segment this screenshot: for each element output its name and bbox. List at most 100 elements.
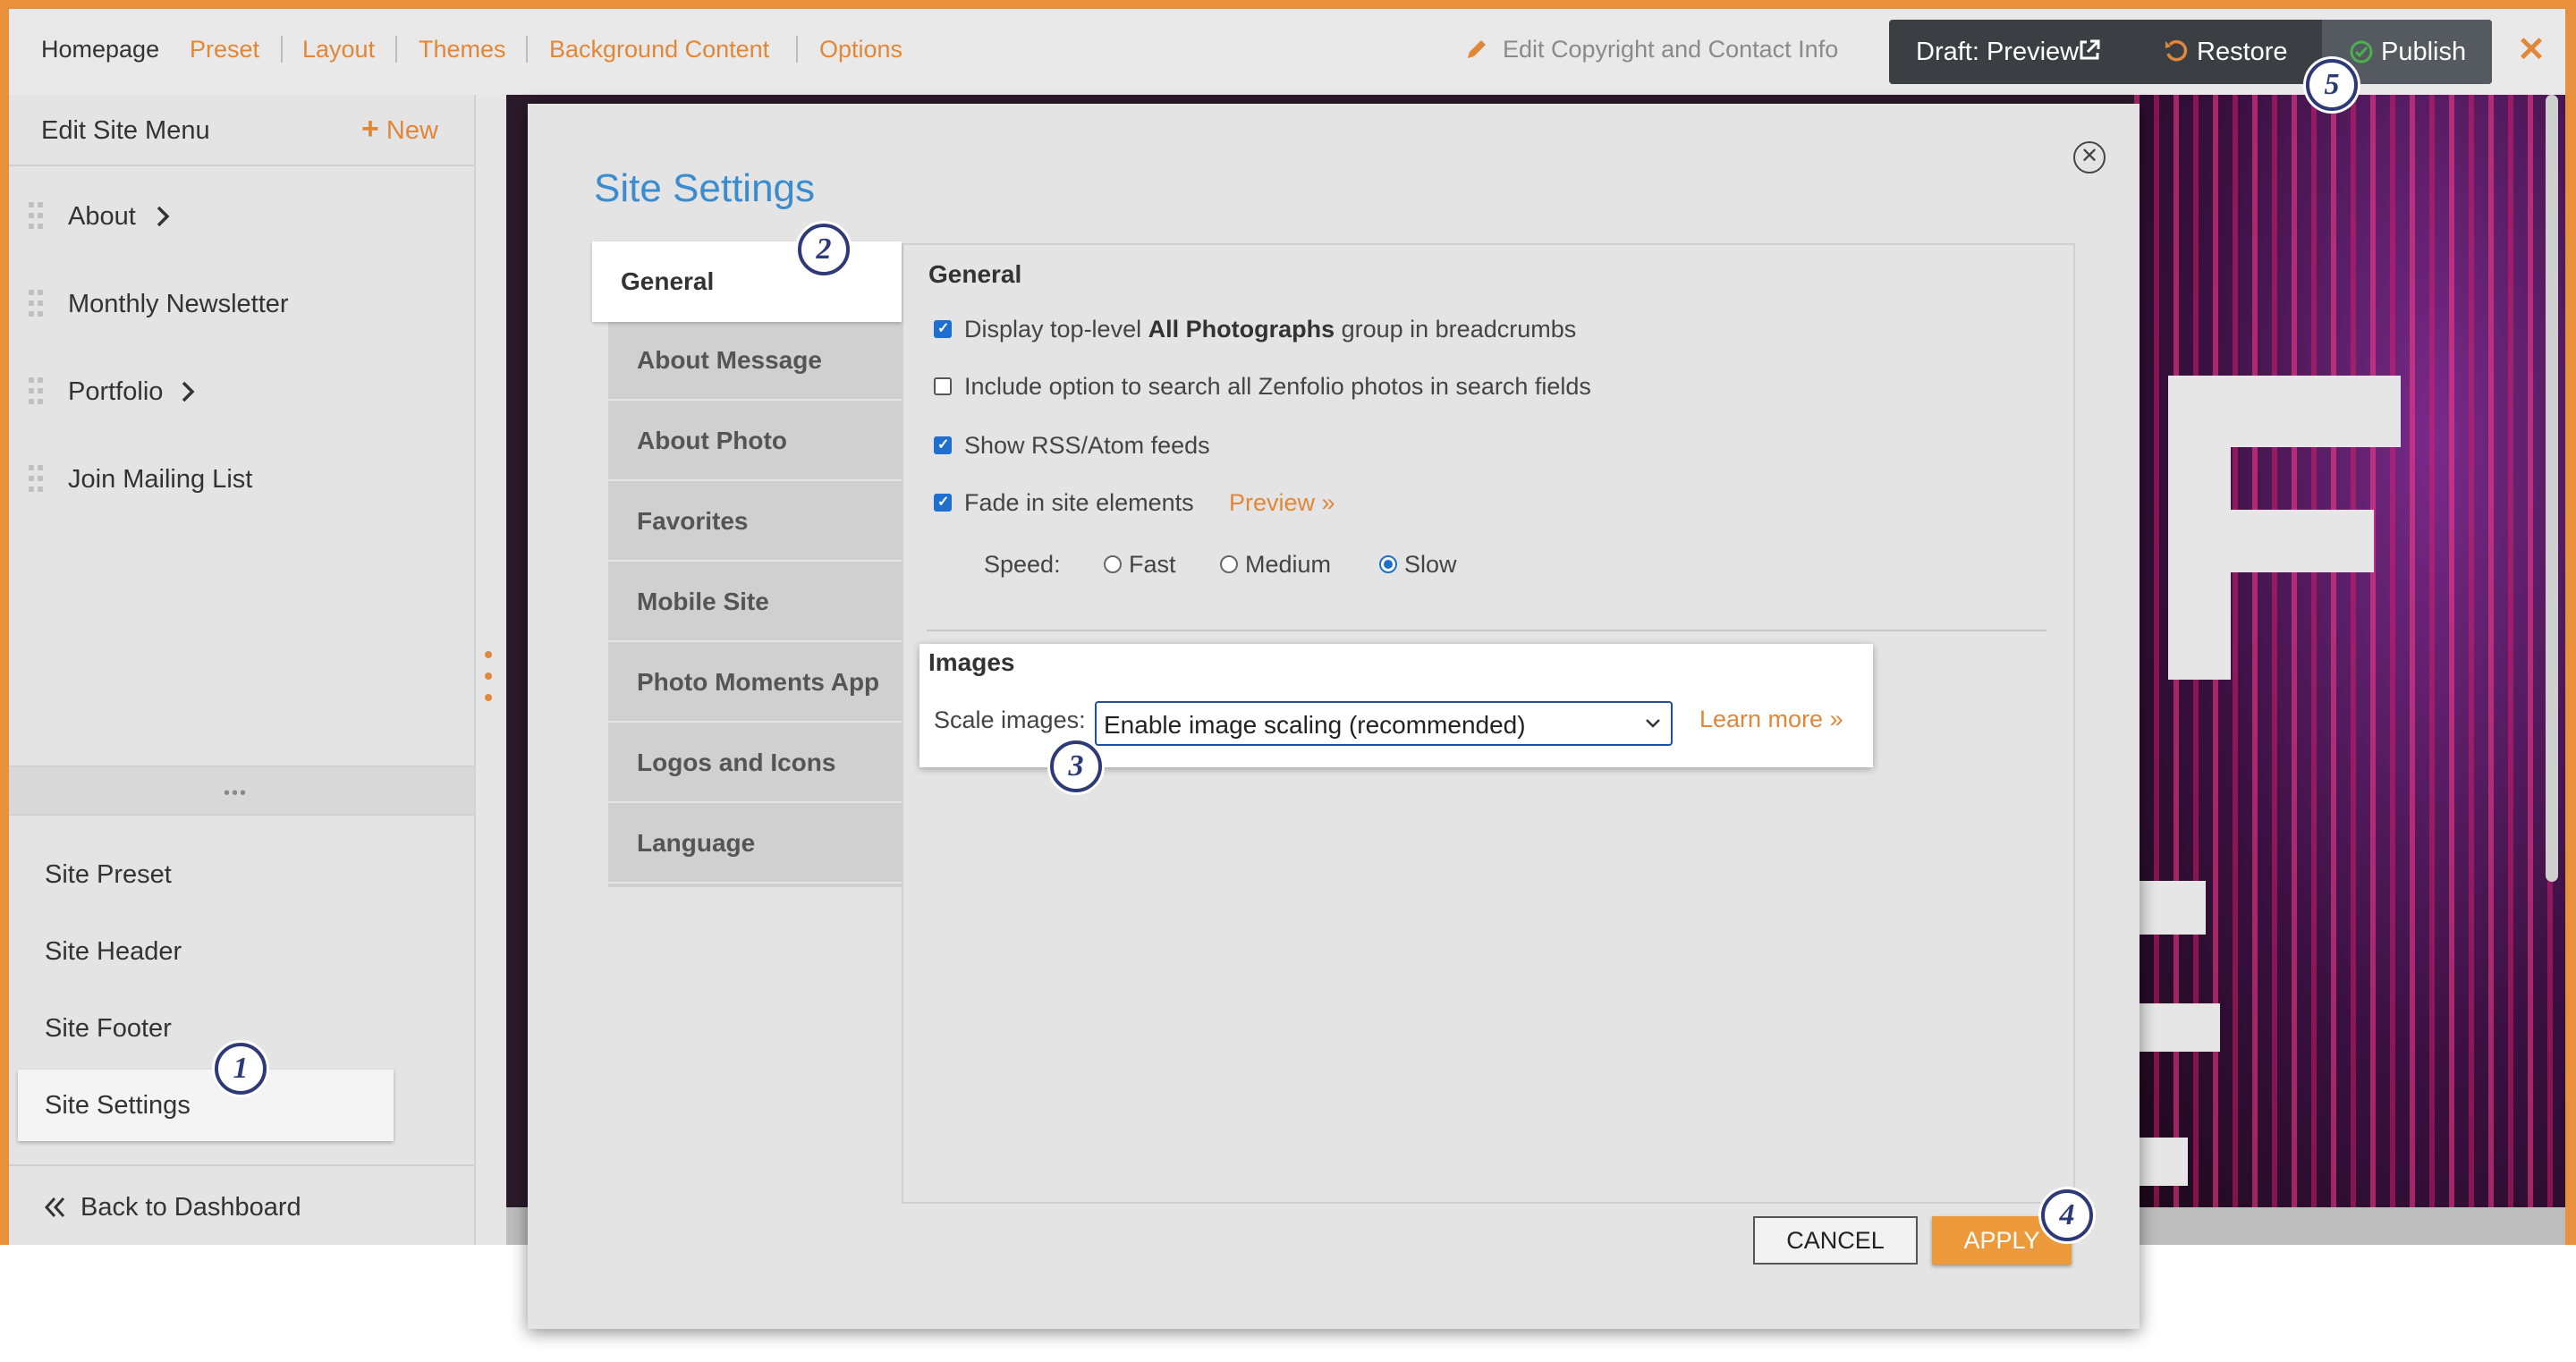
- tab-general[interactable]: General: [592, 241, 902, 322]
- rss-feeds-label: Show RSS/Atom feeds: [964, 432, 1210, 459]
- images-heading: Images: [928, 648, 1015, 676]
- external-link-icon: [2080, 39, 2100, 60]
- tab-photo-moments-app[interactable]: Photo Moments App: [608, 644, 902, 723]
- nav-options[interactable]: Options: [819, 34, 902, 64]
- sidebar-item-about[interactable]: About: [9, 177, 474, 258]
- rss-feeds-checkbox[interactable]: [934, 436, 952, 454]
- speed-medium-label: Medium: [1245, 551, 1332, 578]
- modal-title: Site Settings: [594, 166, 816, 210]
- speed-medium-radio[interactable]: [1220, 555, 1238, 573]
- double-chevron-left-icon: [44, 1197, 65, 1218]
- drag-handle-icon[interactable]: [29, 377, 45, 404]
- new-menu-item-button[interactable]: + New: [361, 113, 438, 147]
- callout-badge: 4: [2041, 1189, 2093, 1241]
- tab-label: About Photo: [637, 427, 787, 454]
- new-label: New: [386, 116, 438, 145]
- chevron-right-icon: [157, 206, 170, 227]
- scale-images-value: Enable image scaling (recommended): [1104, 711, 1526, 739]
- nav-separator: [281, 36, 283, 63]
- tab-label: Photo Moments App: [637, 668, 880, 696]
- tab-mobile-site[interactable]: Mobile Site: [608, 563, 902, 642]
- tab-label: General: [621, 267, 715, 295]
- chevron-right-icon: [182, 381, 195, 402]
- all-photographs-breadcrumb-checkbox[interactable]: [934, 320, 952, 338]
- sidebar-item-label: Join Mailing List: [68, 465, 253, 494]
- cancel-button[interactable]: CANCEL: [1753, 1216, 1918, 1265]
- chevron-down-icon: [1646, 719, 1660, 728]
- speed-fast-radio[interactable]: [1104, 555, 1122, 573]
- tab-label: About Message: [637, 346, 822, 374]
- callout-badge: 5: [2306, 59, 2358, 111]
- tab-label: Mobile Site: [637, 588, 769, 615]
- preview-text-block: [2134, 881, 2206, 935]
- speed-fast-label: Fast: [1129, 551, 1176, 578]
- nav-homepage[interactable]: Homepage: [41, 34, 159, 64]
- restore-label: Restore: [2197, 38, 2288, 66]
- tab-label: Favorites: [637, 507, 749, 535]
- nav-separator: [796, 36, 798, 63]
- preview-text-block: [2134, 1138, 2188, 1186]
- tab-about-message[interactable]: About Message: [608, 322, 902, 401]
- section-divider: [927, 630, 2046, 631]
- back-to-dashboard-link[interactable]: Back to Dashboard: [80, 1191, 301, 1223]
- frame-border-right: [2565, 0, 2576, 1245]
- scale-images-select[interactable]: Enable image scaling (recommended): [1095, 701, 1673, 746]
- nav-preset[interactable]: Preset: [190, 34, 259, 64]
- sidebar-item-monthly-newsletter[interactable]: Monthly Newsletter: [9, 265, 474, 345]
- drag-handle-icon[interactable]: [29, 465, 45, 492]
- general-heading: General: [928, 260, 1022, 288]
- callout-badge: 1: [215, 1043, 267, 1095]
- nav-separator: [395, 36, 397, 63]
- draft-preview-button[interactable]: Draft: Preview: [1916, 20, 2079, 84]
- more-dots-icon[interactable]: •••: [224, 783, 248, 804]
- preview-scrollbar[interactable]: [2546, 95, 2558, 882]
- undo-icon: [2165, 39, 2188, 62]
- fade-in-label: Fade in site elements: [964, 489, 1194, 516]
- preview-letter-graphic: [2168, 376, 2401, 698]
- sidebar-title: Edit Site Menu: [41, 116, 210, 145]
- sidebar-item-site-settings-label: Site Settings: [45, 1091, 191, 1120]
- draft-preview-label: Draft: Preview: [1916, 38, 2080, 66]
- panel-resize-handle[interactable]: [483, 651, 494, 705]
- drag-handle-icon[interactable]: [29, 202, 45, 229]
- preview-text-block: [2134, 1003, 2220, 1052]
- nav-background-content[interactable]: Background Content: [549, 34, 769, 64]
- tab-label: Language: [637, 829, 756, 857]
- modal-close-icon[interactable]: ✕: [2073, 141, 2106, 173]
- nav-separator: [526, 36, 528, 63]
- fade-in-checkbox[interactable]: [934, 494, 952, 512]
- tab-logos-and-icons[interactable]: Logos and Icons: [608, 724, 902, 803]
- sidebar-item-label: Monthly Newsletter: [68, 290, 289, 318]
- sidebar-item-label: Portfolio: [68, 377, 164, 406]
- search-all-zenfolio-checkbox[interactable]: [934, 377, 952, 395]
- close-icon[interactable]: ✕: [2513, 32, 2549, 68]
- all-photographs-breadcrumb-label: Display top-level All Photographs group …: [964, 316, 1577, 343]
- learn-more-link[interactable]: Learn more »: [1699, 704, 1843, 734]
- plus-icon: +: [361, 112, 379, 146]
- tab-about-photo[interactable]: About Photo: [608, 402, 902, 481]
- speed-slow-label: Slow: [1404, 551, 1457, 578]
- sidebar-divider: [9, 1164, 474, 1166]
- sidebar-item-portfolio[interactable]: Portfolio: [9, 352, 474, 433]
- sidebar-item-join-mailing-list[interactable]: Join Mailing List: [9, 440, 474, 520]
- speed-label: Speed:: [984, 551, 1061, 578]
- drag-handle-icon[interactable]: [29, 290, 45, 317]
- tab-label: Logos and Icons: [637, 749, 836, 776]
- sidebar-item-site-preset[interactable]: Site Preset: [45, 859, 172, 891]
- restore-button[interactable]: Restore: [2197, 20, 2288, 84]
- nav-layout[interactable]: Layout: [302, 34, 375, 64]
- sidebar-item-site-header[interactable]: Site Header: [45, 935, 182, 968]
- edit-copyright-link[interactable]: Edit Copyright and Contact Info: [1503, 34, 1838, 64]
- fade-preview-link[interactable]: Preview »: [1229, 487, 1335, 518]
- tab-favorites[interactable]: Favorites: [608, 483, 902, 562]
- sidebar-item-site-footer[interactable]: Site Footer: [45, 1012, 172, 1045]
- nav-themes[interactable]: Themes: [419, 34, 506, 64]
- callout-badge: 3: [1050, 740, 1102, 792]
- publish-label: Publish: [2381, 38, 2467, 66]
- speed-slow-radio[interactable]: [1379, 555, 1397, 573]
- tab-language[interactable]: Language: [608, 805, 902, 884]
- check-circle-icon: [2350, 40, 2373, 63]
- callout-badge: 2: [798, 224, 850, 275]
- scale-images-label: Scale images:: [934, 706, 1086, 733]
- pencil-icon: [1468, 40, 1486, 58]
